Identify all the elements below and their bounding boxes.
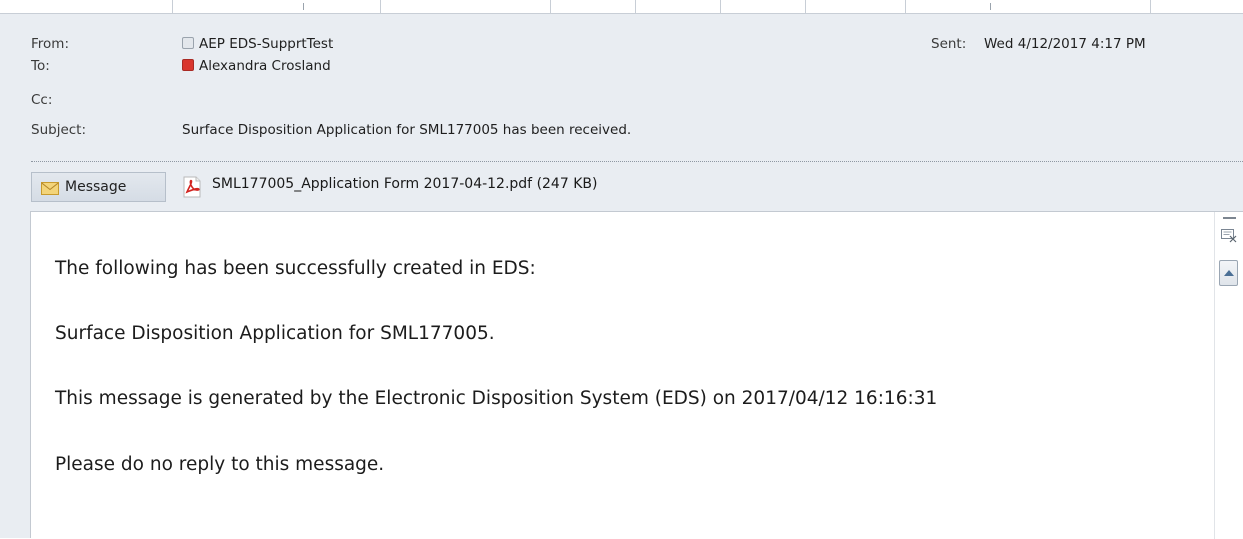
from-label: From: — [31, 36, 69, 52]
subject-value: Surface Disposition Application for SML1… — [182, 122, 632, 138]
sent-value: Wed 4/12/2017 4:17 PM — [984, 36, 1146, 52]
presence-busy-icon — [182, 59, 194, 71]
scroll-up-button[interactable] — [1219, 260, 1238, 286]
sent-label: Sent: — [931, 36, 967, 52]
pdf-icon — [183, 176, 201, 198]
envelope-icon — [41, 182, 59, 195]
to-value[interactable]: Alexandra Crosland — [182, 58, 331, 74]
header-divider — [31, 161, 1243, 162]
from-sender-name[interactable]: AEP EDS-SupprtTest — [199, 36, 333, 52]
column-separator[interactable] — [720, 0, 721, 13]
attachment-bar: Message SML177005_Application Form 2017-… — [31, 172, 1243, 202]
to-recipient-name[interactable]: Alexandra Crosland — [199, 58, 331, 74]
column-separator[interactable] — [1150, 0, 1151, 13]
message-header: From: AEP EDS-SupprtTest Sent: Wed 4/12/… — [0, 14, 1243, 171]
message-tab-label: Message — [65, 179, 127, 195]
body-line: This message is generated by the Electro… — [55, 388, 938, 409]
message-body[interactable]: The following has been successfully crea… — [30, 211, 1243, 539]
subject-label: Subject: — [31, 122, 87, 138]
column-tick — [303, 3, 304, 10]
scrollbar-grip[interactable] — [1223, 217, 1236, 219]
column-separator[interactable] — [550, 0, 551, 13]
column-tick — [990, 3, 991, 10]
message-tab[interactable]: Message — [31, 172, 166, 202]
presence-offline-icon — [182, 37, 194, 49]
email-reading-pane: From: AEP EDS-SupprtTest Sent: Wed 4/12/… — [0, 0, 1243, 539]
vertical-scrollbar[interactable] — [1214, 212, 1243, 539]
body-line: Surface Disposition Application for SML1… — [55, 323, 495, 344]
message-list-column-strip — [0, 0, 1243, 14]
body-line: Please do no reply to this message. — [55, 454, 385, 475]
to-label: To: — [31, 58, 50, 74]
body-line: The following has been successfully crea… — [55, 258, 536, 279]
column-separator[interactable] — [172, 0, 173, 13]
from-value[interactable]: AEP EDS-SupprtTest — [182, 36, 333, 52]
scroll-up-arrow-icon — [1224, 270, 1234, 276]
column-separator[interactable] — [905, 0, 906, 13]
column-separator[interactable] — [635, 0, 636, 13]
scroll-menu-icon[interactable] — [1220, 226, 1238, 244]
column-separator[interactable] — [805, 0, 806, 13]
pdf-attachment-label: SML177005_Application Form 2017-04-12.pd… — [212, 176, 598, 192]
cc-label: Cc: — [31, 92, 53, 108]
column-separator[interactable] — [380, 0, 381, 13]
